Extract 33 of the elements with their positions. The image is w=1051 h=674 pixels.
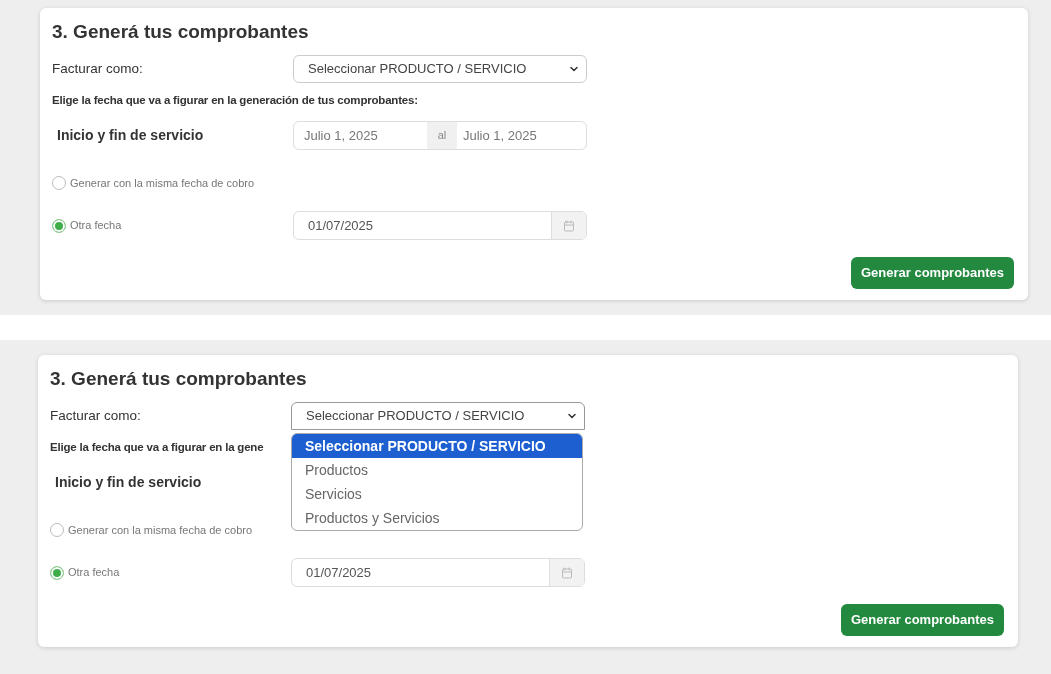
radio-button[interactable] [52,176,66,190]
radio-label: Otra fecha [68,565,120,581]
calendar-icon[interactable] [563,219,575,232]
range-separator: al [427,122,457,149]
product-service-select[interactable]: Seleccionar PRODUCTO / SERVICIO [291,402,585,430]
date-input-field[interactable]: 01/07/2025 [291,558,585,587]
date-input-field[interactable]: 01/07/2025 [293,211,587,240]
dropdown-option[interactable]: Seleccionar PRODUCTO / SERVICIO [292,434,582,458]
dropdown-option[interactable]: Productos [292,458,582,482]
radio-button[interactable] [52,218,66,233]
radio-label: Generar con la misma fecha de cobro [70,175,255,191]
section-title: 3. Generá tus comprobantes [52,20,310,44]
product-service-select[interactable]: Seleccionar PRODUCTO / SERVICIO [293,55,587,83]
date-prompt: Elige la fecha que va a figurar en la generación de tus comprobantes: [52,93,418,108]
generate-button[interactable]: Generar comprobantes [840,604,1004,636]
end-date-input[interactable]: Julio 1, 2025 [457,122,586,149]
field-label: Facturar como: [52,59,144,78]
dropdown-option[interactable]: Servicios [292,482,582,506]
service-period-label: Inicio y fin de servicio [54,473,203,492]
service-period-label: Inicio y fin de servicio [56,126,205,145]
field-label: Facturar como: [50,406,142,425]
radio-button[interactable] [50,523,64,537]
date-value: 01/07/2025 [308,216,374,235]
date-value: 01/07/2025 [306,563,372,582]
start-date-input[interactable]: Julio 1, 2025 [294,122,427,149]
radio-label: Otra fecha [70,218,122,234]
calendar-icon[interactable] [561,566,573,579]
date-prompt: Elige la fecha que va a figurar en la gene [50,440,264,455]
radio-label: Generar con la misma fecha de cobro [68,522,253,538]
radio-button[interactable] [50,565,64,580]
section-title: 3. Generá tus comprobantes [50,367,308,391]
dropdown-option[interactable]: Productos y Servicios [292,506,582,530]
generate-button[interactable]: Generar comprobantes [850,257,1014,289]
